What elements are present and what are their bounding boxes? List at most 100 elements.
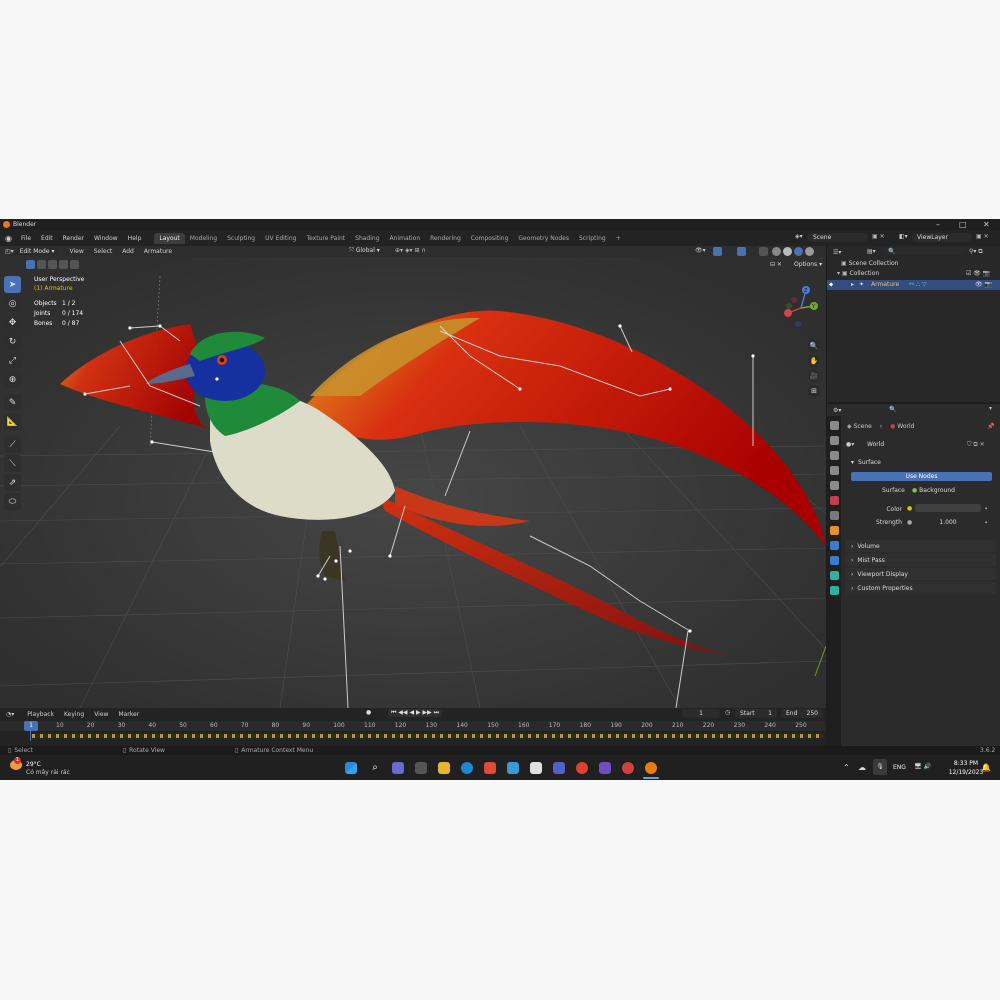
collection-visibility-icons[interactable]: ☑ 👁 📷 <box>966 270 990 277</box>
measure-tool-icon[interactable]: 📐 <box>4 413 21 430</box>
timeline-menu-marker[interactable]: Marker <box>113 711 144 718</box>
world-browse-icon[interactable]: ●▾ <box>846 441 854 448</box>
keyframe-strip[interactable] <box>32 734 824 738</box>
language-indicator[interactable]: ENG <box>893 764 906 771</box>
use-nodes-button[interactable]: Use Nodes <box>851 472 992 481</box>
xray-icon[interactable] <box>759 247 768 256</box>
chrome-profile-icon[interactable] <box>622 762 634 774</box>
add-workspace-button[interactable]: + <box>611 233 626 244</box>
end-frame-field[interactable]: End 250 <box>781 709 823 718</box>
armature-visibility-icons[interactable]: 👁 📷 <box>975 281 992 288</box>
menu-window[interactable]: Window <box>89 235 123 242</box>
tool-tab-icon[interactable] <box>830 421 839 430</box>
view-layer-tab-icon[interactable] <box>830 466 839 475</box>
filter-icon[interactable]: ⚲▾ ⧉ <box>969 248 983 256</box>
navigation-gizmo[interactable]: Z Y <box>778 282 824 338</box>
pivot-icon[interactable]: ⊕▾ ◈▾ ⊞ ∩ <box>395 247 426 254</box>
widgets-icon[interactable] <box>392 762 404 774</box>
playhead[interactable]: 1 <box>24 721 38 731</box>
custom-properties-panel[interactable]: › Custom Properties <box>846 582 996 594</box>
strength-keyframe-icon[interactable]: ⬩ <box>985 519 987 527</box>
select-intersect-icon[interactable] <box>70 260 79 269</box>
options-dropdown[interactable]: Options ▾ <box>794 261 822 268</box>
transform-tool-icon[interactable]: ⊕ <box>4 371 21 388</box>
teams-icon[interactable] <box>599 762 611 774</box>
outliner-scene-collection[interactable]: ▣ Scene Collection <box>841 260 898 267</box>
outliner[interactable]: ☰▾ ▤▾ 🔍 ⚲▾ ⧉ ▣ Scene Collection ▾ ▣ Coll… <box>827 246 1000 402</box>
notification-bell-icon[interactable]: 🔔 <box>981 763 991 772</box>
chrome-icon[interactable] <box>576 762 588 774</box>
collection-expand-icon[interactable]: ▾ ▣ <box>837 270 850 277</box>
world-name-field[interactable]: World <box>862 440 964 449</box>
office-app-icon[interactable] <box>530 762 542 774</box>
properties-options-icon[interactable]: ▾ <box>989 405 992 412</box>
outliner-editor-icon[interactable]: ☰▾ <box>833 249 841 256</box>
view-layer-new-icon[interactable]: ▣ ✕ <box>976 233 989 240</box>
playback-controls[interactable]: ⏮ ◀◀ ◀ ▶ ▶▶ ⏭ <box>388 709 443 717</box>
start-frame-field[interactable]: Start 1 <box>735 709 777 718</box>
store-icon[interactable] <box>507 762 519 774</box>
tab-modeling[interactable]: Modeling <box>185 233 222 244</box>
microphone-icon[interactable]: 🎙 <box>873 759 887 775</box>
menu-edit[interactable]: Edit <box>36 235 58 242</box>
blender-menu-icon[interactable]: ◉ <box>5 234 12 243</box>
mode-dropdown[interactable]: Edit Mode ▾ <box>15 248 59 255</box>
close-icon[interactable]: ✕ <box>983 220 990 229</box>
network-volume-icons[interactable]: 🖥 🔊 <box>914 763 931 770</box>
properties-editor-icon[interactable]: ⚙▾ <box>833 407 841 414</box>
bone-size-tool-icon[interactable]: ⟍ <box>4 455 21 472</box>
volume-panel[interactable]: › Volume <box>846 540 996 552</box>
outliner-display-mode-icon[interactable]: ▤▾ <box>867 248 876 255</box>
output-tab-icon[interactable] <box>830 451 839 460</box>
render-tab-icon[interactable] <box>830 436 839 445</box>
weather-temp[interactable]: 29°C <box>26 761 41 768</box>
timeline-menu-view[interactable]: View <box>89 711 113 718</box>
pin-icon[interactable]: 📌 <box>987 423 994 430</box>
scene-icon[interactable]: ◈▾ <box>795 233 803 240</box>
editor-type-icon[interactable]: ◰▾ <box>5 248 14 255</box>
color-keyframe-icon[interactable]: ⬩ <box>985 505 987 513</box>
perspective-grid-icon[interactable]: ⊞ <box>808 385 820 397</box>
solid-shading-icon[interactable] <box>783 247 792 256</box>
view-layer-field[interactable]: ViewLayer <box>912 233 972 242</box>
select-extend-icon[interactable] <box>37 260 46 269</box>
gizmo-toggle-icon[interactable] <box>713 247 722 256</box>
strength-field[interactable]: 1.000 <box>915 518 981 527</box>
menu-help[interactable]: Help <box>123 235 147 242</box>
modifier-tab-icon[interactable] <box>830 541 839 550</box>
scene-field[interactable]: Scene <box>808 233 868 242</box>
current-frame-field[interactable]: 1 <box>682 709 720 718</box>
file-explorer-icon[interactable] <box>438 762 450 774</box>
rendered-shading-icon[interactable] <box>805 247 814 256</box>
edge-browser-icon[interactable] <box>461 762 473 774</box>
timeline-editor-icon[interactable]: ◔▾ <box>6 711 14 718</box>
tab-animation[interactable]: Animation <box>385 233 426 244</box>
tab-rendering[interactable]: Rendering <box>425 233 466 244</box>
menu-render[interactable]: Render <box>58 235 89 242</box>
tab-layout[interactable]: Layout <box>154 232 185 244</box>
surface-panel-header[interactable]: ▾ Surface <box>846 456 996 468</box>
visibility-icon[interactable]: 👁▾ <box>695 247 706 254</box>
viewport-menu-select[interactable]: Select <box>89 248 118 255</box>
3d-viewport[interactable]: ◰▾ Edit Mode ▾ View Select Add Armature … <box>0 246 826 708</box>
search-icon[interactable]: ⌕ <box>369 762 381 774</box>
frame-ruler[interactable]: 10 20 30 40 50 60 70 80 90 100 110 120 130 140 150 160 1… <box>0 721 826 731</box>
tray-chevron-icon[interactable]: ⌃ <box>843 763 850 772</box>
word-app-icon[interactable] <box>553 762 565 774</box>
physics-tab-icon[interactable] <box>830 556 839 565</box>
properties-editor[interactable]: ⚙▾ 🔍 ▾ ◈ Scene › ● World 📌 ●▾ World ⛉ ⧉ … <box>827 404 1000 746</box>
viewport-display-panel[interactable]: › Viewport Display <box>846 568 996 580</box>
menu-file[interactable]: File <box>16 235 36 242</box>
zoom-icon[interactable]: 🔍 <box>808 340 820 352</box>
viewport-menu-armature[interactable]: Armature <box>139 248 177 255</box>
camera-view-icon[interactable]: 🎥 <box>808 370 820 382</box>
color-socket-icon[interactable]: ● <box>907 505 912 512</box>
object-tab-icon[interactable] <box>830 526 839 535</box>
viewport-menu-view[interactable]: View <box>64 248 88 255</box>
view-layer-icon[interactable]: ◧▾ <box>899 233 908 240</box>
annotate-tool-icon[interactable]: ✎ <box>4 394 21 411</box>
strength-socket-icon[interactable]: ● <box>907 519 912 526</box>
world-datablock-icons[interactable]: ⛉ ⧉ ✕ <box>967 441 985 449</box>
record-icon[interactable]: ● <box>366 709 371 716</box>
pan-hand-icon[interactable]: ✋ <box>808 355 820 367</box>
